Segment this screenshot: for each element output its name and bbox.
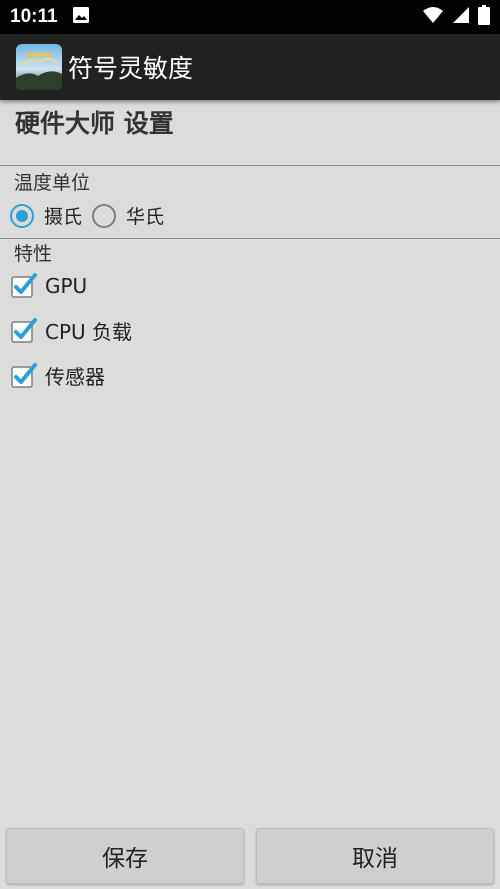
app-bar: 符号灵敏度: [0, 34, 500, 100]
checkbox-checked-icon: [10, 362, 38, 390]
app-logo-icon: [16, 44, 62, 90]
app-title: 符号灵敏度: [68, 54, 194, 83]
radio-checked-icon: [10, 203, 34, 228]
status-time: 10:11: [10, 6, 58, 27]
checkbox-checked-icon: [10, 272, 38, 300]
battery-icon: [478, 5, 490, 29]
radio-fahrenheit[interactable]: 华氏: [92, 202, 164, 229]
checkbox-gpu[interactable]: GPU: [10, 272, 87, 300]
temperature-unit-radio-group: 摄氏 华氏: [10, 202, 174, 229]
divider: [0, 165, 500, 166]
radio-celsius-label: 摄氏: [44, 206, 83, 228]
checkbox-checked-icon: [10, 317, 38, 345]
wifi-icon: [422, 6, 444, 28]
checkbox-sensors[interactable]: 传感器: [10, 361, 105, 390]
image-icon: [72, 6, 90, 28]
status-bar: 10:11: [0, 0, 500, 34]
status-icons: [422, 5, 490, 29]
radio-celsius[interactable]: 摄氏: [10, 202, 82, 229]
features-label: 特性: [14, 243, 53, 265]
checkbox-cpu-load-label: CPU 负载: [45, 320, 133, 344]
cancel-button[interactable]: 取消: [256, 828, 494, 884]
page-title: 硬件大师 设置: [15, 109, 174, 138]
checkbox-gpu-label: GPU: [45, 274, 88, 298]
radio-unchecked-icon: [92, 203, 117, 228]
checkbox-sensors-label: 传感器: [45, 365, 105, 389]
cellular-signal-icon: [452, 6, 470, 28]
divider: [0, 238, 500, 239]
radio-fahrenheit-label: 华氏: [126, 206, 165, 228]
temperature-unit-label: 温度单位: [14, 172, 91, 194]
checkbox-cpu-load[interactable]: CPU 负载: [10, 316, 132, 345]
save-button[interactable]: 保存: [6, 828, 244, 884]
